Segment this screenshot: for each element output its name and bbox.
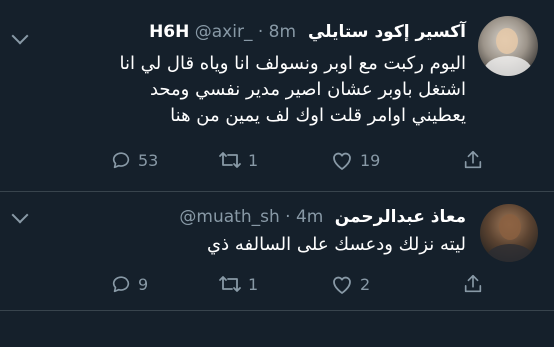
avatar-shirt xyxy=(484,56,532,76)
tweet-header: آكسير إكود ستايلي H6H @axir_ · 8m xyxy=(149,21,466,43)
reply-count: 53 xyxy=(138,150,159,170)
avatar[interactable] xyxy=(480,204,538,262)
retweet-icon xyxy=(218,149,242,171)
retweet-count: 1 xyxy=(248,150,259,170)
display-name[interactable]: معاذ عبدالرحمن xyxy=(335,207,466,227)
tweet-text-line: ليته نزلك ودعسك على السالفه ذي xyxy=(207,234,466,255)
like-count: 2 xyxy=(360,274,371,294)
heart-icon xyxy=(330,273,354,295)
chevron-down-icon[interactable] xyxy=(11,27,29,45)
retweet-button[interactable]: 1 xyxy=(218,148,258,172)
tweet-actions: 9 1 2 xyxy=(0,272,554,296)
tweet-divider xyxy=(0,310,554,311)
retweet-icon xyxy=(218,273,242,295)
heart-icon xyxy=(330,149,354,171)
reply-count: 9 xyxy=(138,274,149,294)
share-icon xyxy=(462,273,484,295)
tweet-text-line: اليوم ركبت مع اوبر ونسولف انا وياه قال ل… xyxy=(119,53,466,74)
retweet-button[interactable]: 1 xyxy=(218,272,258,296)
retweet-count: 1 xyxy=(248,274,259,294)
like-count: 19 xyxy=(360,150,381,170)
tweet-text: ليته نزلك ودعسك على السالفه ذي xyxy=(36,232,466,258)
tweet[interactable]: آكسير إكود ستايلي H6H @axir_ · 8m اليوم … xyxy=(0,0,554,191)
reply-button[interactable]: 9 xyxy=(110,272,148,296)
avatar-face xyxy=(496,28,518,54)
like-button[interactable]: 19 xyxy=(330,148,380,172)
tweet-text-line: اشتغل باوبر عشان اصير مدير نفسي ومحد xyxy=(149,79,466,100)
share-button[interactable] xyxy=(462,148,484,172)
handle-and-time: @muath_sh · 4m xyxy=(179,207,324,227)
like-button[interactable]: 2 xyxy=(330,272,370,296)
tweet-header: معاذ عبدالرحمن @muath_sh · 4m xyxy=(179,206,466,228)
reply-button[interactable]: 53 xyxy=(110,148,158,172)
avatar[interactable] xyxy=(478,16,538,76)
tweet-text-line: يعطيني اوامر قلت اوك لف يمين من هنا xyxy=(170,105,466,126)
share-icon xyxy=(462,149,484,171)
reply-icon xyxy=(110,149,132,171)
tweet[interactable]: معاذ عبدالرحمن @muath_sh · 4m ليته نزلك … xyxy=(0,192,554,310)
avatar-face xyxy=(499,214,521,240)
handle-and-time: @axir_ · 8m xyxy=(194,22,297,42)
reply-icon xyxy=(110,273,132,295)
tweet-actions: 53 1 19 xyxy=(0,148,554,172)
tweet-text: اليوم ركبت مع اوبر ونسولف انا وياه قال ل… xyxy=(36,51,466,129)
share-button[interactable] xyxy=(462,272,484,296)
avatar-shirt xyxy=(486,244,534,262)
chevron-down-icon[interactable] xyxy=(11,206,29,224)
